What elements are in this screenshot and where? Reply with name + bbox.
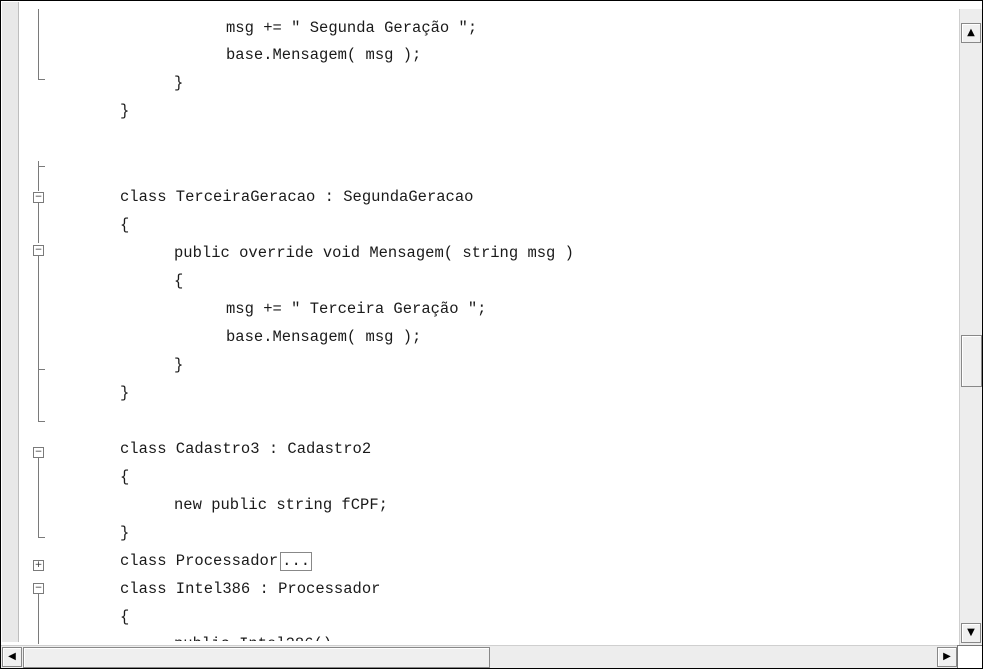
code-area[interactable]: msg += " Segunda Geração "; base.Mensage… [61,11,952,641]
code-line: { [120,608,130,626]
code-line: class Intel386 : Processador [120,580,381,598]
scroll-left-button[interactable]: ◀ [2,647,22,667]
code-line: { [174,272,184,290]
code-line: new public string fCPF; [174,496,388,514]
outline-end-tick [38,79,45,80]
code-line: { [120,468,130,486]
horizontal-scroll-thumb[interactable] [23,647,490,668]
code-editor[interactable]: − − − + − msg += " Segunda Geração "; ba… [0,0,983,669]
code-line: } [120,524,130,542]
outline-end-tick [38,421,45,422]
vertical-scroll-thumb[interactable] [961,334,982,387]
outline-end-tick [38,537,45,538]
collapsed-region-marker[interactable]: ... [280,552,313,571]
collapse-toggle-icon[interactable]: − [33,192,44,203]
code-line: class TerceiraGeracao : SegundaGeracao [120,188,474,206]
code-line: class Processador... [120,550,313,572]
editor-gutter [2,2,19,642]
code-line: class Cadastro3 : Cadastro2 [120,440,372,458]
code-line: public Intel386() [174,633,332,641]
code-line: } [174,356,184,374]
code-line: } [120,102,130,120]
code-line: } [174,74,184,92]
scroll-down-button[interactable]: ▼ [961,623,981,643]
vertical-scrollbar[interactable]: ▲ ▼ [959,9,982,645]
outline-end-tick [38,166,45,167]
collapse-toggle-icon[interactable]: − [33,447,44,458]
horizontal-scrollbar[interactable]: ◀ ▶ [1,645,958,668]
code-line: public override void Mensagem( string ms… [174,244,574,262]
scroll-up-button[interactable]: ▲ [961,23,981,43]
outline-line [38,594,39,644]
code-line: } [120,384,130,402]
code-line: msg += " Segunda Geração "; [226,19,478,37]
scroll-right-button[interactable]: ▶ [937,647,957,667]
code-line: base.Mensagem( msg ); [226,328,422,346]
collapse-toggle-icon[interactable]: − [33,583,44,594]
expand-toggle-icon[interactable]: + [33,560,44,571]
collapsed-region-label: class Processador [120,552,279,570]
code-line: base.Mensagem( msg ); [226,46,422,64]
outline-line [38,256,39,421]
scrollbar-corner [957,645,982,668]
code-line: { [120,216,130,234]
outline-end-tick [38,369,45,370]
outline-line [38,458,39,538]
collapse-toggle-icon[interactable]: − [33,245,44,256]
outline-line [38,203,39,243]
outline-line [38,9,39,79]
code-line: msg += " Terceira Geração "; [226,300,487,318]
